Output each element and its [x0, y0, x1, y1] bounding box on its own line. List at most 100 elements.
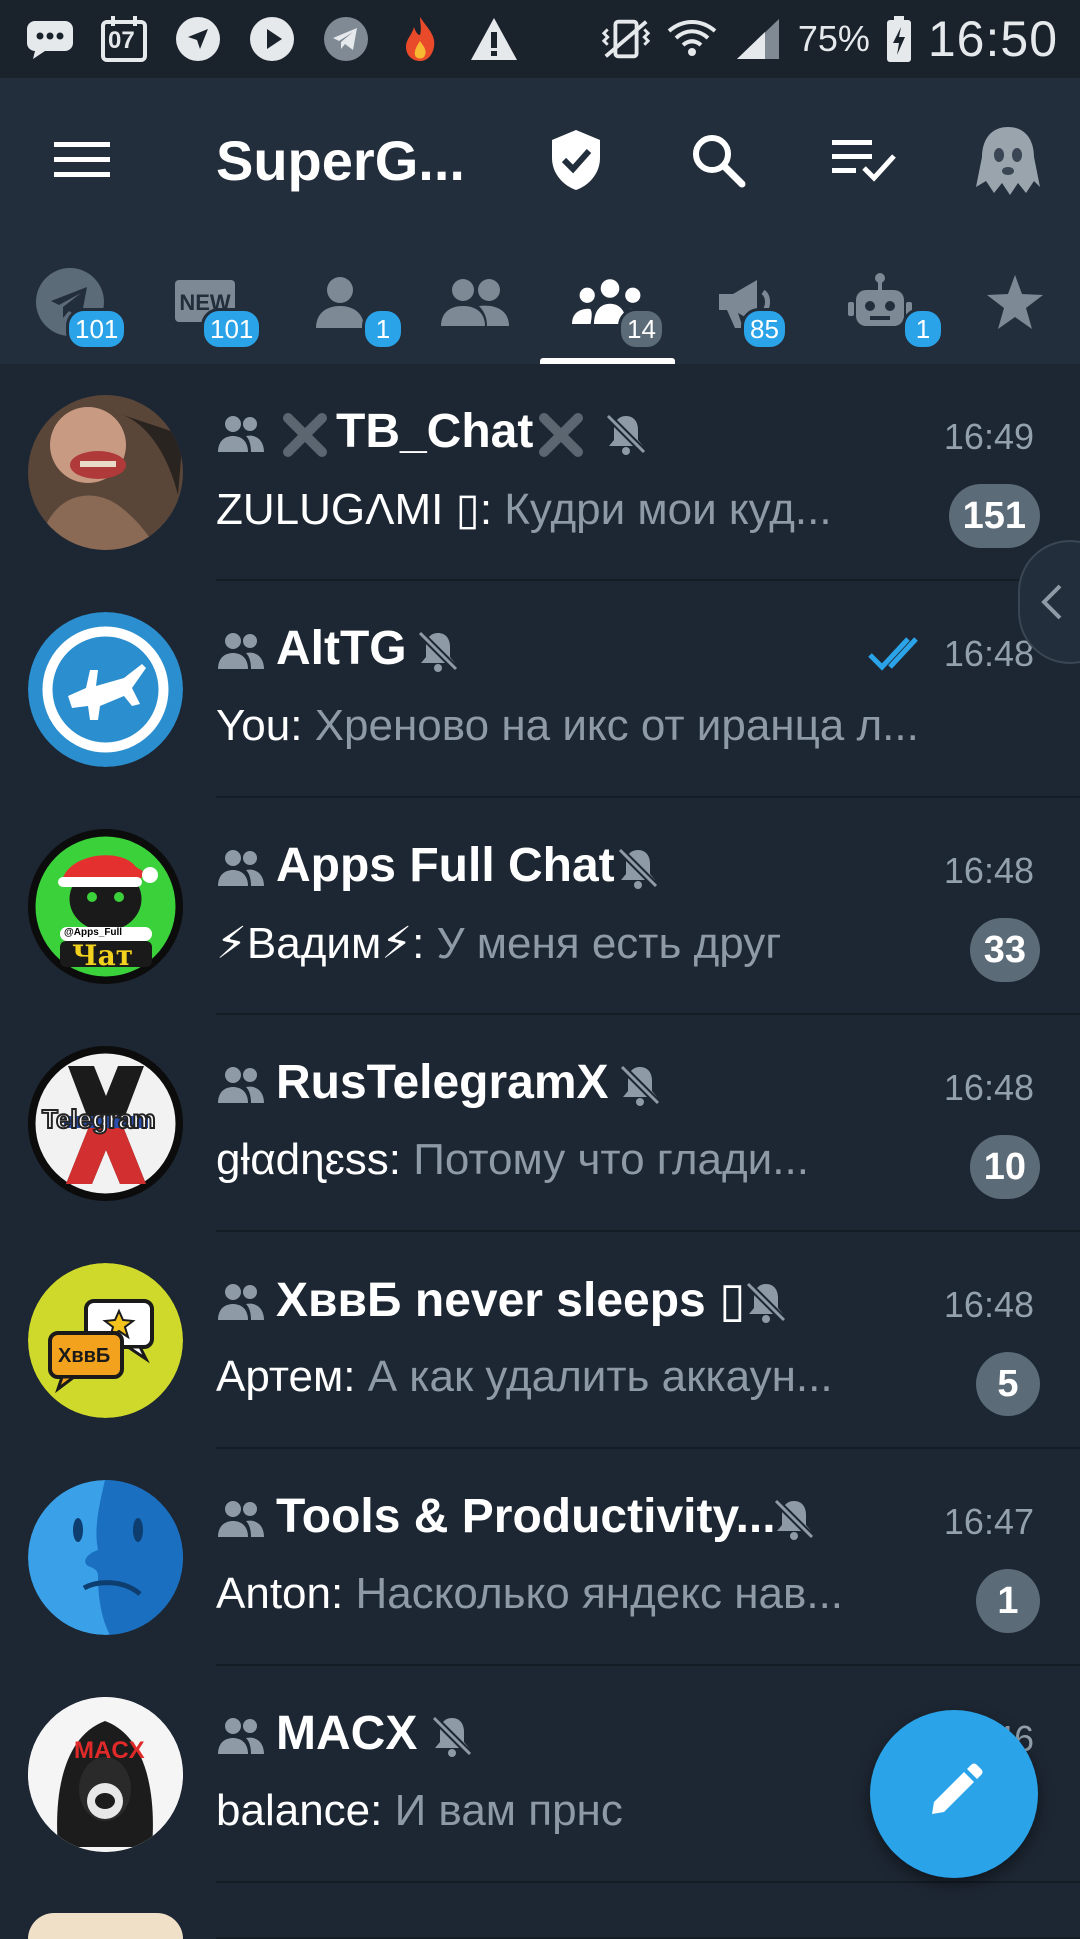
chat-time: 16:47	[943, 1501, 1034, 1542]
star-icon	[977, 272, 1053, 332]
telegram-icon	[320, 13, 372, 65]
group-icon	[216, 1282, 266, 1322]
chat-name: RusTelegramX	[276, 1056, 609, 1109]
chat-sender: You:	[216, 701, 303, 750]
unread-badge: 33	[969, 918, 1040, 982]
battery-percent: 75%	[797, 18, 870, 59]
chat-sender: balance:	[216, 1786, 383, 1835]
muted-icon	[604, 412, 648, 456]
chat-message: У меня есть друг	[424, 919, 782, 968]
muted-icon	[744, 1280, 788, 1324]
muted-icon	[772, 1497, 816, 1541]
ghost-icon[interactable]	[968, 120, 1048, 200]
app-bar: SuperG...	[0, 78, 1080, 242]
pencil-icon	[924, 1762, 984, 1827]
navigation-icon	[172, 13, 224, 65]
tab-badge: 101	[201, 308, 263, 350]
folder-tabs: 101 NEW 101 1 14 85 1	[0, 242, 1080, 364]
tab-channels[interactable]: 85	[675, 242, 810, 364]
chat-row-alttg[interactable]: AltTG 16:48 You: Хреново на икс от иранц…	[0, 581, 1080, 798]
x-mark-icon	[538, 412, 584, 458]
chat-name: Tools & Productivity...	[276, 1490, 776, 1543]
mark-read-icon[interactable]	[824, 120, 904, 200]
chat-row-tools-productivity[interactable]: Tools & Productivity... 16:47 Anton: Нас…	[0, 1449, 1080, 1666]
muted-icon	[416, 629, 460, 673]
chat-name: Apps Full Chat	[276, 839, 615, 892]
tab-contacts[interactable]	[405, 242, 540, 364]
chat-sender: Артем:	[216, 1352, 356, 1401]
messages-icon	[24, 13, 76, 65]
tab-favorites[interactable]	[945, 242, 1080, 364]
chat-time: 16:48	[943, 1067, 1034, 1108]
chat-row-rustelegramx[interactable]: Telegram RusTelegramX 16:48 gƚαdɳɛss: По…	[0, 1015, 1080, 1232]
group-icon	[216, 1716, 266, 1756]
avatar	[28, 395, 183, 550]
tab-new[interactable]: NEW 101	[135, 242, 270, 364]
chat-row-partial[interactable]	[0, 1883, 1080, 1939]
muted-icon	[618, 1063, 662, 1107]
avatar-word: Чат	[72, 939, 134, 972]
chat-sender: ⚡Вадим⚡:	[216, 919, 425, 968]
chat-list: TB_Chat 16:49 ZULUGΛMI ▯: Кудри мои куд.…	[0, 364, 1080, 1939]
tab-badge: 101	[66, 308, 128, 350]
chat-preview: ZULUGΛMI ▯: Кудри мои куд...	[216, 484, 832, 535]
avatar: MACX	[28, 1697, 183, 1852]
wifi-icon	[666, 13, 718, 65]
menu-icon[interactable]	[42, 120, 122, 200]
tab-groups[interactable]: 14	[540, 242, 675, 364]
chat-row-apps-full-chat[interactable]: @Apps_Full Чат Apps Full Chat 16:48 ⚡Вад…	[0, 798, 1080, 1015]
avatar	[28, 1913, 183, 1939]
search-icon[interactable]	[678, 120, 758, 200]
calendar-icon: 07	[98, 13, 150, 65]
chat-sender: gƚαdɳɛss:	[216, 1135, 402, 1184]
tab-badge: 14	[618, 308, 665, 350]
chat-row-xvvb[interactable]: ХввБ ХввБ never sleeps ▯ 16:48 Артем: А …	[0, 1232, 1080, 1449]
chat-name: AltTG	[276, 622, 407, 675]
calendar-date: 07	[108, 27, 135, 54]
avatar	[28, 1480, 183, 1635]
tab-badge: 1	[902, 308, 944, 350]
chat-message: А как удалить аккаун...	[355, 1352, 833, 1401]
shield-check-icon[interactable]	[536, 120, 616, 200]
tab-badge: 1	[362, 308, 404, 350]
avatar-word: MACX	[74, 1737, 145, 1764]
play-icon	[246, 13, 298, 65]
avatar-word: ХввБ	[58, 1345, 111, 1367]
avatar-handle: @Apps_Full	[64, 927, 123, 938]
muted-icon	[430, 1714, 474, 1758]
tab-bots[interactable]: 1	[810, 242, 945, 364]
chat-name: MACX	[276, 1707, 418, 1760]
unread-badge: 10	[969, 1135, 1040, 1199]
chat-message: Кудри мои куд...	[492, 485, 832, 534]
chat-preview: Артем: А как удалить аккаун...	[216, 1352, 833, 1402]
chat-preview: balance: И вам прнс	[216, 1786, 623, 1836]
chat-message: Потому что глади...	[401, 1135, 809, 1184]
chat-time: 16:48	[943, 850, 1034, 891]
chat-message: Хреново на икс от иранца л...	[302, 701, 919, 750]
chat-time: 16:48	[943, 633, 1034, 674]
unread-badge: 5	[976, 1352, 1040, 1416]
chat-row-tb-chat[interactable]: TB_Chat 16:49 ZULUGΛMI ▯: Кудри мои куд.…	[0, 364, 1080, 581]
muted-icon	[616, 846, 660, 890]
status-bar: 07 75% 16:50	[0, 0, 1080, 78]
app-title[interactable]: SuperG...	[216, 128, 465, 193]
avatar-word: Telegram	[41, 1103, 157, 1135]
vibrate-icon	[600, 13, 652, 65]
group-icon	[216, 848, 266, 888]
unread-badge: 151	[948, 484, 1040, 548]
chevron-left-icon	[1036, 582, 1066, 627]
compose-button[interactable]	[870, 1710, 1038, 1878]
chat-preview: Anton: Насколько яндекс нав...	[216, 1569, 843, 1619]
tab-all[interactable]: 101	[0, 242, 135, 364]
read-checks-icon	[868, 633, 930, 673]
group-icon	[216, 414, 266, 454]
flame-icon	[394, 13, 446, 65]
contacts-icon	[437, 272, 513, 332]
tab-users[interactable]: 1	[270, 242, 405, 364]
status-time: 16:50	[927, 11, 1058, 67]
battery-icon	[884, 13, 914, 65]
chat-time: 16:48	[943, 1284, 1034, 1325]
signal-icon	[732, 13, 784, 65]
chat-sender: Anton:	[216, 1569, 344, 1618]
avatar: Telegram	[28, 1046, 183, 1201]
